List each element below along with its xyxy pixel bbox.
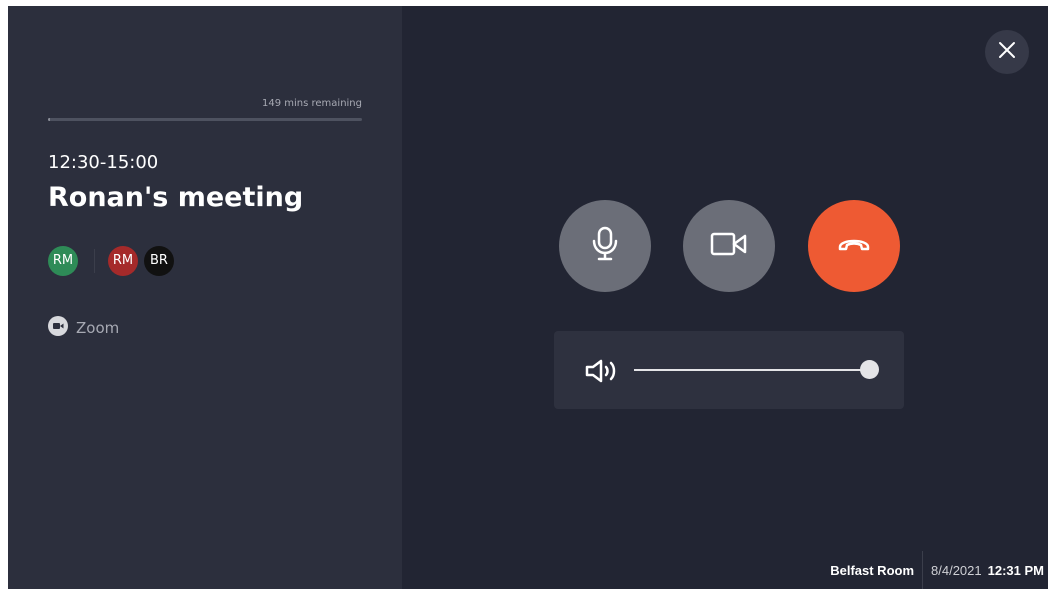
organizer-avatar: RM xyxy=(48,246,78,276)
meeting-progress-bar xyxy=(48,118,362,121)
call-controls-panel xyxy=(402,6,1048,589)
video-camera-icon xyxy=(709,230,749,262)
attendee-divider xyxy=(94,249,95,273)
meeting-screen: 149 mins remaining 12:30-15:00 Ronan's m… xyxy=(8,6,1048,589)
attendee-avatar: RM xyxy=(108,246,138,276)
meeting-progress-fill xyxy=(48,118,50,121)
meeting-time-range: 12:30-15:00 xyxy=(48,152,159,173)
status-divider xyxy=(922,551,924,589)
provider-label: Zoom xyxy=(76,319,120,337)
volume-slider-handle[interactable] xyxy=(860,360,879,379)
meeting-provider: Zoom xyxy=(48,316,120,340)
room-name: Belfast Room xyxy=(830,562,915,578)
close-button[interactable] xyxy=(985,30,1029,74)
attendee-avatar: BR xyxy=(144,246,174,276)
meeting-info-panel: 149 mins remaining 12:30-15:00 Ronan's m… xyxy=(8,6,402,589)
volume-slider-track[interactable] xyxy=(634,369,869,371)
mute-button[interactable] xyxy=(559,200,651,292)
hang-up-button[interactable] xyxy=(808,200,900,292)
video-camera-icon xyxy=(48,316,68,340)
status-bar: Belfast Room 8/4/2021 12:31 PM xyxy=(830,550,1044,590)
close-icon xyxy=(998,41,1016,63)
current-date: 8/4/2021 xyxy=(931,562,982,578)
volume-control xyxy=(554,331,904,409)
time-remaining: 149 mins remaining xyxy=(261,98,362,109)
current-time: 12:31 PM xyxy=(987,562,1044,578)
microphone-icon xyxy=(590,226,620,266)
speaker-icon xyxy=(584,358,624,388)
camera-button[interactable] xyxy=(683,200,775,292)
meeting-title: Ronan's meeting xyxy=(48,182,304,213)
hang-up-icon xyxy=(836,234,872,258)
